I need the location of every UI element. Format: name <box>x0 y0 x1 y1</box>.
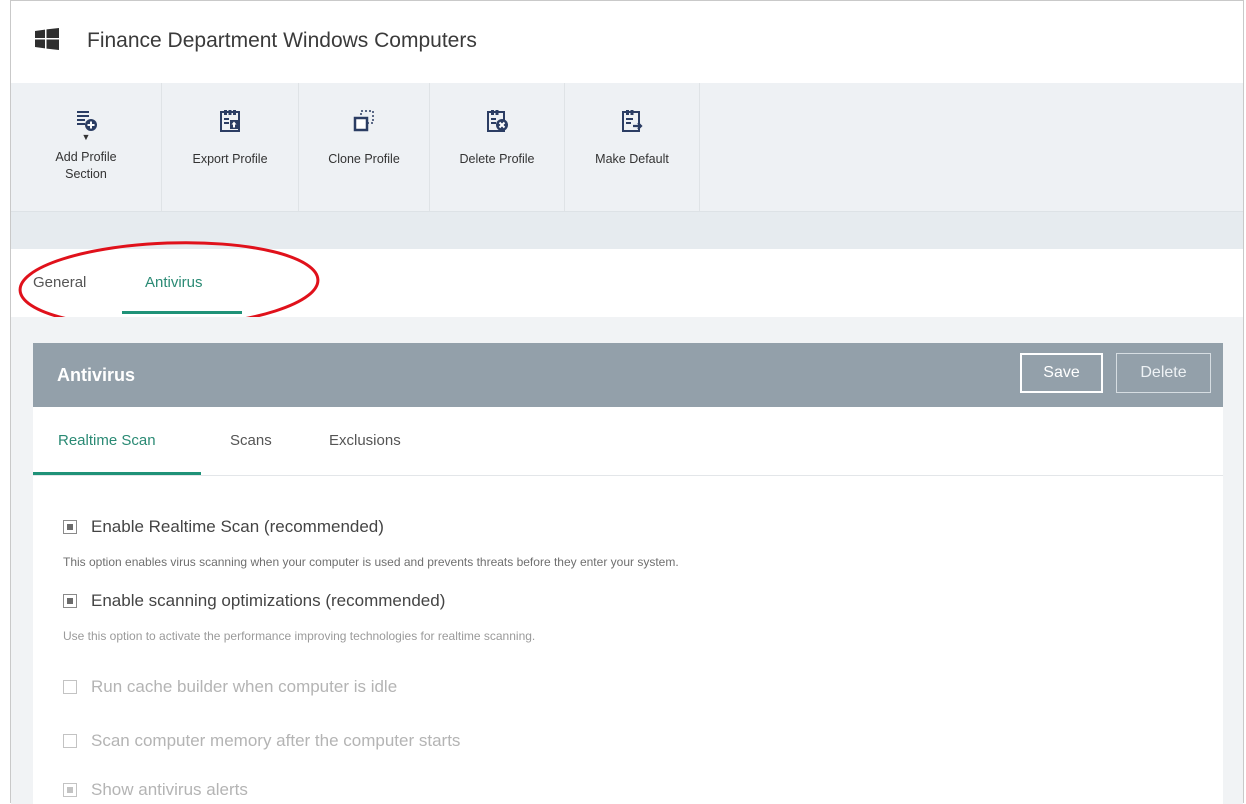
toolbar-item-label: Export Profile <box>192 152 268 166</box>
make-default-icon <box>622 110 643 132</box>
toolbar: ▼ Add Profile Section Export Profile Clo… <box>11 83 1243 212</box>
title-bar: Finance Department Windows Computers <box>11 1 1243 84</box>
antivirus-subtabs: Realtime Scan Scans Exclusions <box>33 407 1223 476</box>
clone-profile-button[interactable]: Clone Profile <box>299 83 430 211</box>
profile-window: Finance Department Windows Computers ▼ A… <box>10 0 1244 804</box>
toolbar-item-label: Add Profile Section <box>55 150 117 181</box>
tab-exclusions[interactable]: Exclusions <box>329 432 401 449</box>
add-section-icon <box>77 111 97 131</box>
option-label: Enable scanning optimizations (recommend… <box>91 591 446 610</box>
run-cache-builder-option: Run cache builder when computer is idle <box>63 677 397 697</box>
save-button[interactable]: Save <box>1020 353 1103 393</box>
export-icon <box>220 110 240 132</box>
option-label: Enable Realtime Scan (recommended) <box>91 517 384 536</box>
page-title: Finance Department Windows Computers <box>87 29 477 52</box>
toolbar-item-label: Make Default <box>595 152 669 166</box>
delete-profile-button[interactable]: Delete Profile <box>430 83 565 211</box>
enable-realtime-scan-checkbox[interactable] <box>63 520 77 534</box>
clone-icon <box>353 110 374 132</box>
scan-memory-checkbox[interactable] <box>63 734 77 748</box>
export-profile-button[interactable]: Export Profile <box>162 83 299 211</box>
antivirus-panel-header: Antivirus Save Delete <box>33 343 1223 407</box>
option-label: Run cache builder when computer is idle <box>91 677 398 696</box>
tab-realtime-scan[interactable]: Realtime Scan <box>58 432 156 449</box>
option-label: Show antivirus alerts <box>91 780 248 799</box>
toolbar-item-label: Clone Profile <box>328 152 400 166</box>
active-subtab-indicator <box>33 472 201 475</box>
delete-profile-icon <box>487 110 508 132</box>
enable-scanning-optimizations-checkbox[interactable] <box>63 594 77 608</box>
option-label: Scan computer memory after the computer … <box>91 731 461 750</box>
option-description: Use this option to activate the performa… <box>63 629 536 643</box>
add-profile-section-button[interactable]: ▼ Add Profile Section <box>11 83 162 211</box>
chevron-down-icon: ▼ <box>81 132 91 142</box>
antivirus-panel-body: Realtime Scan Scans Exclusions Enable Re… <box>33 407 1223 804</box>
make-default-button[interactable]: Make Default <box>565 83 700 211</box>
show-antivirus-alerts-option: Show antivirus alerts <box>63 780 248 800</box>
toolbar-item-label: Delete Profile <box>459 152 535 166</box>
enable-realtime-scan-option: Enable Realtime Scan (recommended) <box>63 517 384 537</box>
delete-button[interactable]: Delete <box>1116 353 1211 393</box>
windows-logo-icon <box>35 28 59 50</box>
show-antivirus-alerts-checkbox[interactable] <box>63 783 77 797</box>
panel-title: Antivirus <box>57 365 136 385</box>
scan-memory-option: Scan computer memory after the computer … <box>63 731 460 751</box>
tab-scans[interactable]: Scans <box>230 432 272 449</box>
option-description: This option enables virus scanning when … <box>63 555 679 569</box>
run-cache-builder-checkbox[interactable] <box>63 680 77 694</box>
enable-scanning-optimizations-option: Enable scanning optimizations (recommend… <box>63 591 445 611</box>
